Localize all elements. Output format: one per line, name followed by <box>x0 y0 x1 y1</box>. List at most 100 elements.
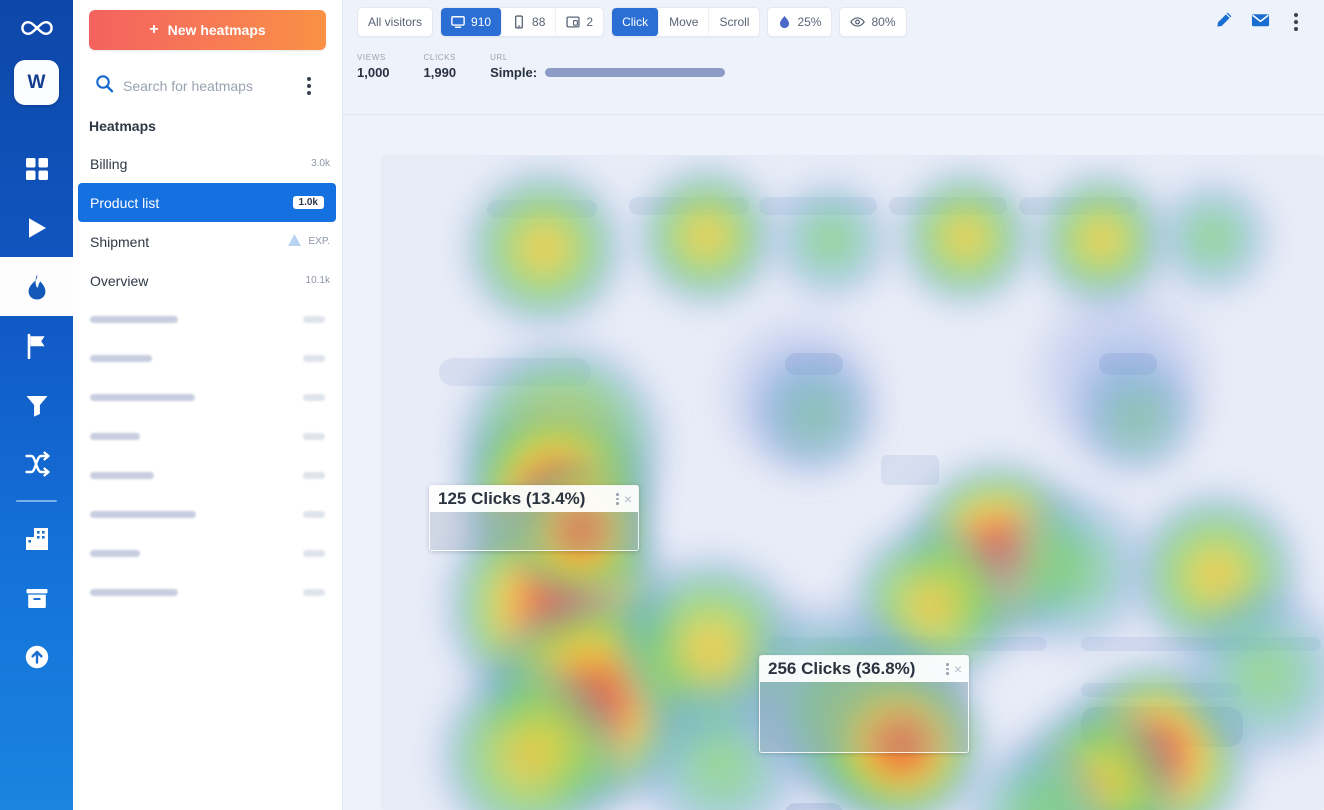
opacity-control[interactable]: 80% <box>840 8 905 36</box>
new-heatmaps-label: New heatmaps <box>168 22 266 38</box>
sidebar-item-archive[interactable] <box>0 568 73 627</box>
close-icon[interactable]: × <box>954 662 962 676</box>
workspace-avatar[interactable]: W <box>14 60 59 105</box>
list-item-count: 10.1k <box>306 275 330 286</box>
list-item-label: Shipment <box>90 234 149 250</box>
shuffle-paths-icon <box>24 451 50 477</box>
placeholder-label-bar <box>90 589 178 596</box>
placeholder-label-bar <box>90 511 196 518</box>
plus-icon: + <box>149 22 158 38</box>
envelope-mail-icon <box>1251 12 1270 33</box>
stat-url-value: Simple: <box>490 65 537 80</box>
tablet-icon <box>566 15 580 29</box>
sidebar-item-recordings[interactable] <box>0 198 73 257</box>
intensity-control[interactable]: 25% <box>768 8 831 36</box>
content-divider <box>343 114 1324 115</box>
stats-bar: VIEWS 1,000 CLICKS 1,990 URL Simple: <box>343 44 1324 88</box>
list-item-billing[interactable]: Billing 3.0k <box>78 144 342 183</box>
play-recordings-icon <box>24 215 50 241</box>
mode-move[interactable]: Move <box>659 8 709 36</box>
segment-visitors: All visitors <box>357 7 433 37</box>
list-item-product-list[interactable]: Product list 1.0k <box>78 183 336 222</box>
list-item-count: 3.0k <box>311 158 330 169</box>
list-item-shipment[interactable]: Shipment EXP. <box>78 222 342 261</box>
stat-views-label: VIEWS <box>357 53 390 62</box>
mode-scroll[interactable]: Scroll <box>709 8 759 36</box>
stat-views-value: 1,000 <box>357 65 390 80</box>
new-heatmaps-button[interactable]: + New heatmaps <box>89 10 326 50</box>
segment-intensity: 25% <box>767 7 832 37</box>
filter-all-visitors-label: All visitors <box>368 15 422 29</box>
placeholder-count-pill <box>303 472 325 479</box>
kebab-menu-icon[interactable] <box>946 663 949 675</box>
click-tooltip-2[interactable]: 256 Clicks (36.8%) × <box>759 655 969 753</box>
list-item-placeholder <box>73 339 342 378</box>
close-icon[interactable]: × <box>624 492 632 506</box>
list-item-label: Overview <box>90 273 148 289</box>
edit-button[interactable] <box>1210 8 1238 36</box>
list-item-count-badge: 1.0k <box>293 196 324 209</box>
sidebar-item-dashboard[interactable] <box>0 139 73 198</box>
panel-section-title: Heatmaps <box>73 104 342 144</box>
placeholder-count-pill <box>303 355 325 362</box>
grid-dashboard-icon <box>24 156 50 182</box>
stat-views: VIEWS 1,000 <box>357 53 390 80</box>
placeholder-label-bar <box>90 472 154 479</box>
stat-url-label: URL <box>490 53 725 62</box>
filter-mobile[interactable]: 88 <box>502 8 556 36</box>
app-root: W <box>0 0 1324 810</box>
warning-triangle-icon <box>287 233 302 250</box>
list-item-meta-group: 10.1k <box>306 275 330 286</box>
list-item-overview[interactable]: Overview 10.1k <box>78 261 342 300</box>
tooltip-header: 125 Clicks (13.4%) × <box>430 486 638 512</box>
list-item-label: Billing <box>90 156 127 172</box>
tooltip-actions: × <box>616 492 632 506</box>
sidebar-item-goals[interactable] <box>0 316 73 375</box>
search-box[interactable] <box>89 68 290 104</box>
click-tooltip-1[interactable]: 125 Clicks (13.4%) × <box>429 485 639 551</box>
filter-all-visitors[interactable]: All visitors <box>358 8 432 36</box>
tooltip-title: 256 Clicks (36.8%) <box>768 659 915 679</box>
list-item-placeholder <box>73 573 342 612</box>
archive-box-icon <box>24 585 50 611</box>
sidebar-item-organization[interactable] <box>0 509 73 568</box>
list-item-placeholder <box>73 378 342 417</box>
filter-mobile-count: 88 <box>532 15 545 29</box>
more-options-button[interactable] <box>1282 8 1310 36</box>
list-item-placeholder <box>73 534 342 573</box>
panel-options-button[interactable] <box>292 68 326 104</box>
tooltip-target-highlight <box>430 512 638 550</box>
sidebar-item-paths[interactable] <box>0 434 73 493</box>
tooltip-title: 125 Clicks (13.4%) <box>438 489 585 509</box>
kebab-menu-icon <box>1294 13 1298 31</box>
filter-desktop[interactable]: 910 <box>441 8 502 36</box>
heatmap-canvas[interactable]: 125 Clicks (13.4%) × 256 Clicks (36.8%) … <box>381 155 1324 810</box>
mail-button[interactable] <box>1246 8 1274 36</box>
panel-header: + New heatmaps <box>73 0 342 104</box>
segment-interaction-mode: Click Move Scroll <box>611 7 760 37</box>
url-redacted-bar <box>545 68 725 77</box>
mode-click[interactable]: Click <box>612 8 659 36</box>
mode-click-label: Click <box>622 15 648 29</box>
placeholder-label-bar <box>90 433 140 440</box>
infinity-logo-icon[interactable] <box>0 6 73 50</box>
heatmap-list: Billing 3.0k Product list 1.0k Shipment … <box>73 144 342 612</box>
mode-move-label: Move <box>669 15 698 29</box>
sidebar-item-heatmaps[interactable] <box>0 257 73 316</box>
placeholder-label-bar <box>90 394 195 401</box>
sidebar-item-upload[interactable] <box>0 627 73 686</box>
sidebar-item-funnels[interactable] <box>0 375 73 434</box>
pencil-edit-icon <box>1216 11 1233 33</box>
mode-scroll-label: Scroll <box>719 15 749 29</box>
placeholder-label-bar <box>90 316 178 323</box>
search-input[interactable] <box>123 78 284 94</box>
list-item-placeholder <box>73 456 342 495</box>
segment-opacity: 80% <box>839 7 906 37</box>
placeholder-count-pill <box>303 433 325 440</box>
kebab-menu-icon[interactable] <box>616 493 619 505</box>
workspace-initial: W <box>28 72 46 94</box>
filter-tablet[interactable]: 2 <box>556 8 603 36</box>
tooltip-actions: × <box>946 662 962 676</box>
segment-devices: 910 88 <box>440 7 604 37</box>
list-item-placeholder <box>73 495 342 534</box>
